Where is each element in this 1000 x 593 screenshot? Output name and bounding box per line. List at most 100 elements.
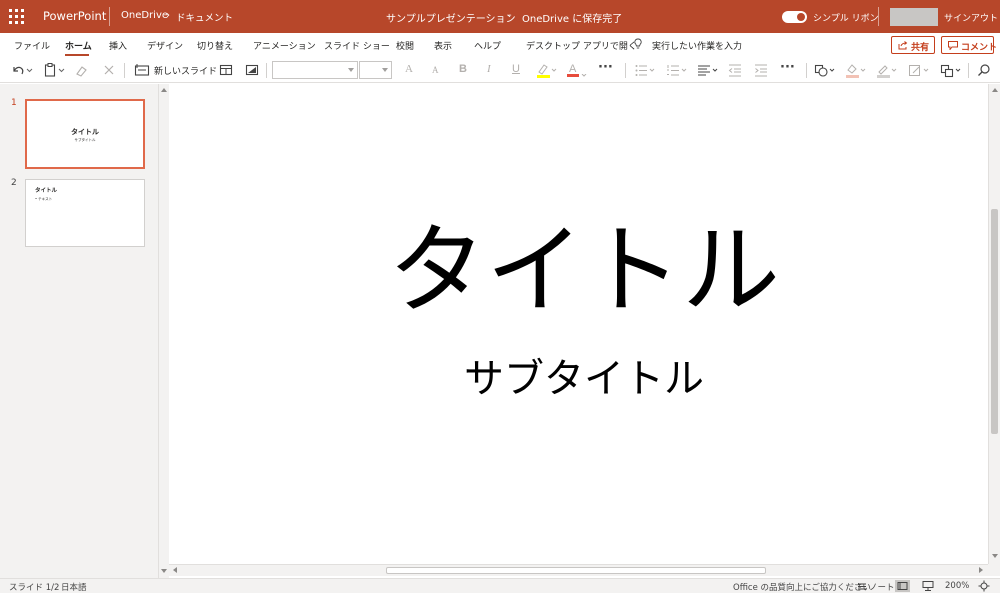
bullets-icon[interactable] <box>634 62 658 79</box>
increase-indent-icon[interactable] <box>754 62 768 79</box>
slide-title[interactable]: タイトル <box>169 222 999 320</box>
new-slide-icon[interactable] <box>134 62 150 79</box>
format-painter-icon[interactable] <box>75 62 89 79</box>
open-in-desktop-app[interactable]: デスクトップ アプリで開く <box>526 39 637 52</box>
shapes-icon[interactable] <box>814 62 838 79</box>
tab-file[interactable]: ファイル <box>14 39 50 52</box>
undo-button[interactable] <box>10 62 34 79</box>
lightbulb-icon <box>634 38 642 49</box>
slide-position: スライド 1/2 <box>9 583 60 593</box>
thumbnail-bullet: • テキスト <box>35 197 53 201</box>
status-bar: スライド 1/2 日本語 Office の品質向上にご協力ください ノート 20… <box>0 578 1000 593</box>
chevron-right-icon: › <box>166 10 170 21</box>
comment-label: コメント <box>961 43 998 53</box>
horizontal-scrollbar[interactable] <box>169 564 988 576</box>
toolbar-separator <box>625 63 626 78</box>
more-font-options-button[interactable]: ··· <box>598 60 613 75</box>
share-button[interactable]: 共有 <box>891 36 935 54</box>
scroll-down-icon[interactable] <box>992 554 998 558</box>
title-separator <box>109 7 110 26</box>
zoom-level[interactable]: 200% <box>945 581 969 591</box>
clear-formatting-icon[interactable] <box>103 62 115 79</box>
numbering-icon[interactable] <box>666 62 690 79</box>
tab-slideshow[interactable]: スライド ショー <box>324 39 390 52</box>
tab-help[interactable]: ヘルプ <box>474 39 501 52</box>
tab-view[interactable]: 表示 <box>434 39 452 52</box>
save-status[interactable]: OneDrive に保存完了 <box>522 10 622 25</box>
grow-font-button[interactable]: A <box>405 63 413 75</box>
scrollbar-corner <box>988 564 1000 576</box>
app-name[interactable]: PowerPoint <box>43 9 106 23</box>
tab-animations[interactable]: アニメーション <box>253 39 316 52</box>
thumbnail-scrollbar[interactable] <box>158 84 169 579</box>
shape-styles-icon[interactable] <box>908 62 932 79</box>
active-tab-indicator <box>65 54 89 56</box>
slide-thumbnail-1[interactable]: タイトル サブタイトル <box>25 99 145 169</box>
shape-fill-icon[interactable] <box>845 62 869 79</box>
font-name-dropdown[interactable] <box>272 61 358 79</box>
tab-insert[interactable]: 挿入 <box>109 39 127 52</box>
italic-button[interactable]: I <box>487 63 491 75</box>
tab-home[interactable]: ホーム <box>65 39 92 52</box>
align-icon[interactable] <box>697 62 721 79</box>
decrease-indent-icon[interactable] <box>728 62 742 79</box>
title-dash: - <box>508 10 512 21</box>
breadcrumb-folder[interactable]: ドキュメント <box>176 10 233 24</box>
toolbar-separator <box>968 63 969 78</box>
scroll-left-icon[interactable] <box>173 567 177 573</box>
thumbnail-subtitle: サブタイトル <box>74 138 96 142</box>
slide-subtitle[interactable]: サブタイトル <box>169 359 999 399</box>
scroll-up-icon[interactable] <box>992 88 998 92</box>
paste-button[interactable] <box>43 62 67 79</box>
normal-view-button[interactable] <box>895 580 910 592</box>
tab-review[interactable]: 校閲 <box>396 39 414 52</box>
shape-outline-icon[interactable] <box>876 62 900 79</box>
comment-button[interactable]: コメント <box>941 36 998 54</box>
vertical-scrollbar[interactable] <box>988 84 1000 564</box>
layout-icon[interactable] <box>219 62 233 79</box>
fit-to-window-icon[interactable] <box>978 580 990 592</box>
comment-icon <box>948 41 958 50</box>
tell-me-search[interactable]: 実行したい作業を入力 <box>652 39 742 52</box>
toolbar-separator <box>806 63 807 78</box>
vertical-scroll-thumb[interactable] <box>991 209 998 434</box>
sign-out-link[interactable]: サインアウト <box>944 11 998 24</box>
document-title[interactable]: サンプルプレゼンテーション <box>386 10 516 25</box>
reset-slide-icon[interactable] <box>245 62 259 79</box>
tab-transitions[interactable]: 切り替え <box>197 39 233 52</box>
notes-icon[interactable] <box>857 582 867 591</box>
avatar[interactable] <box>890 8 938 26</box>
horizontal-scroll-thumb[interactable] <box>386 567 766 574</box>
shrink-font-button[interactable]: A <box>432 65 439 75</box>
toolbar-separator <box>266 63 267 78</box>
scroll-right-icon[interactable] <box>979 567 983 573</box>
underline-button[interactable]: U <box>512 63 520 75</box>
breadcrumb-onedrive[interactable]: OneDrive <box>121 10 168 21</box>
search-icon[interactable] <box>977 62 991 79</box>
new-slide-button[interactable]: 新しいスライド <box>154 64 217 77</box>
ribbon-toolbar: 新しいスライド A A B I U A ··· ··· <box>0 58 1000 83</box>
chevron-down-icon <box>382 68 388 72</box>
scroll-down-icon[interactable] <box>161 569 167 573</box>
language-indicator[interactable]: 日本語 <box>61 581 87 593</box>
slide-number: 1 <box>11 98 17 108</box>
simple-ribbon-label: シンプル リボン <box>813 14 879 24</box>
highlight-icon[interactable] <box>536 62 558 79</box>
tab-design[interactable]: デザイン <box>147 39 183 52</box>
notes-button[interactable]: ノート <box>869 581 895 593</box>
app-launcher-icon[interactable] <box>9 9 24 24</box>
feedback-link[interactable]: Office の品質向上にご協力ください <box>733 581 871 593</box>
arrange-icon[interactable] <box>940 62 964 79</box>
thumbnail-title: タイトル <box>71 128 99 136</box>
font-size-dropdown[interactable] <box>359 61 392 79</box>
slide-show-icon[interactable] <box>921 580 935 592</box>
slide-number: 2 <box>11 178 17 188</box>
thumbnail-title: タイトル <box>35 188 58 194</box>
simple-ribbon-toggle[interactable] <box>782 11 807 23</box>
slide-canvas[interactable]: タイトル サブタイトル <box>169 84 988 564</box>
scroll-up-icon[interactable] <box>161 88 167 92</box>
more-paragraph-options-button[interactable]: ··· <box>780 60 795 75</box>
slide-thumbnail-2[interactable]: タイトル • テキスト <box>25 179 145 247</box>
bold-button[interactable]: B <box>459 63 467 75</box>
share-label: 共有 <box>911 43 930 53</box>
